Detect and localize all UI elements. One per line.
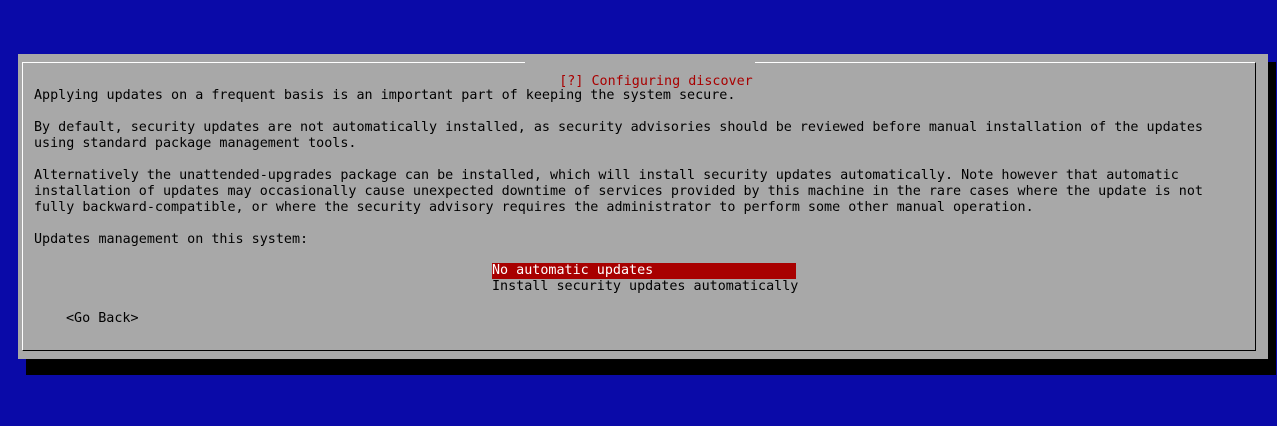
dialog-title: [?] Configuring discover <box>525 55 755 89</box>
go-back-button[interactable]: <Go Back> <box>66 311 139 327</box>
option-no-automatic-updates[interactable]: No automatic updates <box>492 263 796 279</box>
updates-prompt: Updates management on this system: <box>34 232 309 247</box>
unattended-upgrades-paragraph: Alternatively the unattended-upgrades pa… <box>34 168 1203 215</box>
intro-paragraph: Applying updates on a frequent basis is … <box>34 88 736 103</box>
option-install-security-updates[interactable]: Install security updates automatically <box>492 279 798 295</box>
default-behavior-paragraph: By default, security updates are not aut… <box>34 120 1203 151</box>
dialog-title-text: [?] Configuring discover <box>559 74 753 89</box>
configure-dialog: [?] Configuring discover Applying update… <box>18 54 1268 359</box>
updates-options-list: No automatic updates Install security up… <box>492 263 798 295</box>
